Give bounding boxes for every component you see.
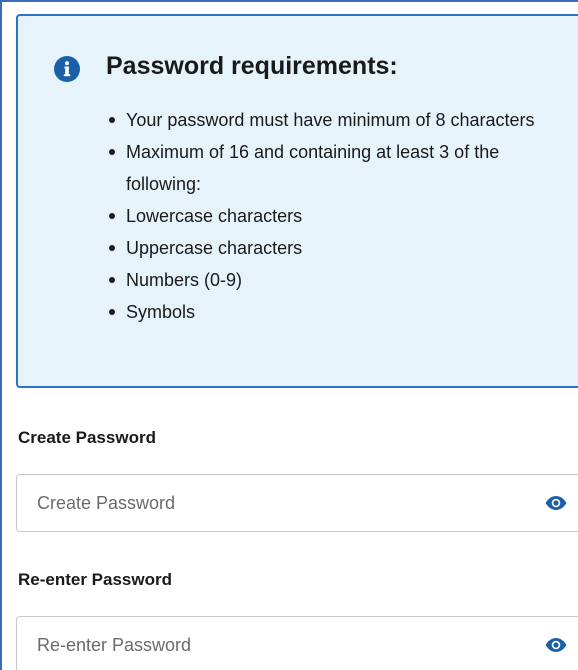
requirements-list: Your password must have minimum of 8 cha… — [106, 104, 546, 328]
create-password-input[interactable] — [37, 475, 517, 531]
eye-icon[interactable] — [545, 495, 567, 511]
requirement-item: Lowercase characters — [106, 200, 546, 232]
requirement-item: Numbers (0-9) — [106, 264, 546, 296]
create-password-field — [16, 474, 578, 532]
requirement-item: Maximum of 16 and containing at least 3 … — [106, 136, 546, 200]
info-icon — [54, 56, 80, 82]
reenter-password-input[interactable] — [37, 617, 517, 670]
password-requirements-panel: Password requirements: Your password mus… — [16, 14, 578, 388]
requirement-item: Uppercase characters — [106, 232, 546, 264]
reenter-password-label: Re-enter Password — [18, 570, 172, 589]
requirement-item: Symbols — [106, 296, 546, 328]
requirement-item: Your password must have minimum of 8 cha… — [106, 104, 546, 136]
eye-icon[interactable] — [545, 637, 567, 653]
requirements-title: Password requirements: — [106, 52, 398, 80]
reenter-password-field — [16, 616, 578, 670]
create-password-label: Create Password — [18, 428, 156, 447]
